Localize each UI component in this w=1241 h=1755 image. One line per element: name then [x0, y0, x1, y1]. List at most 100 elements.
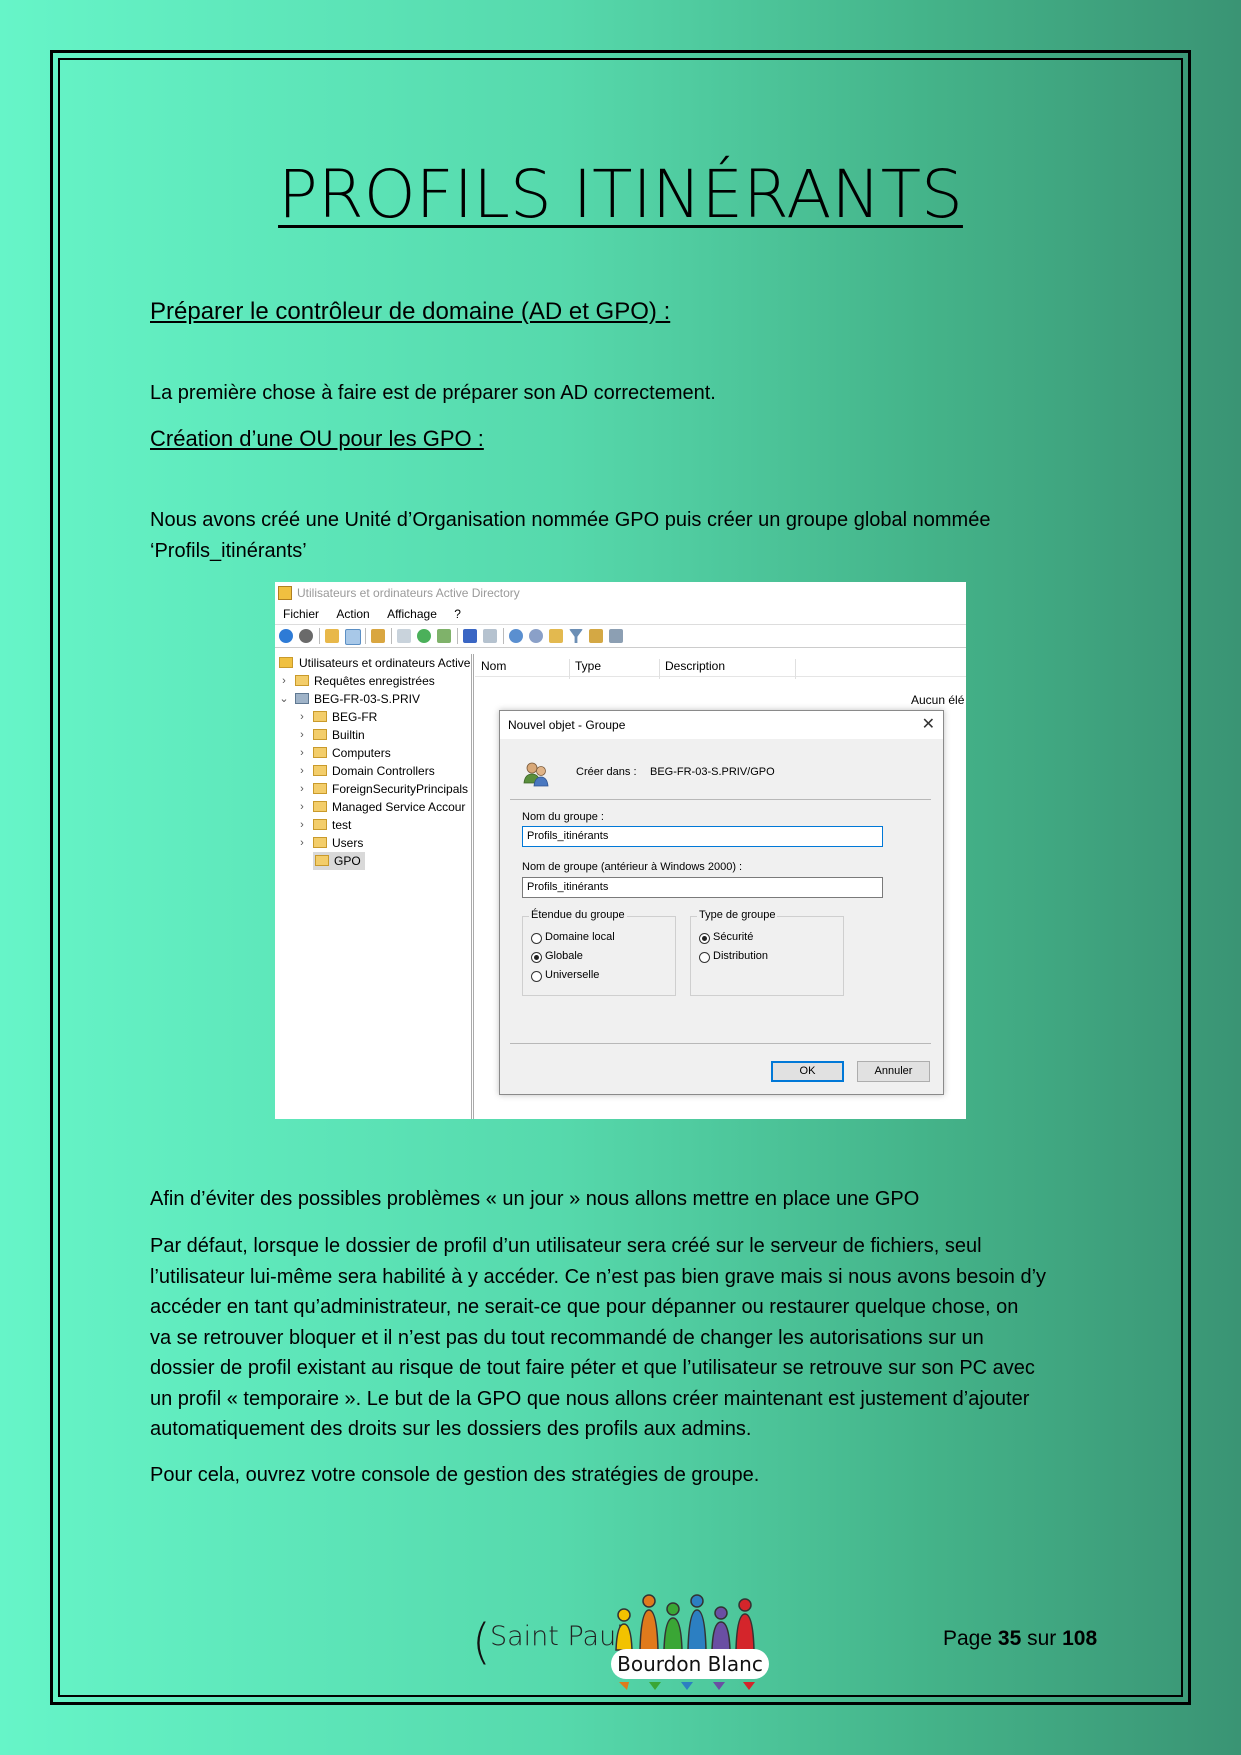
- paragraph-line: l’utilisateur lui-même sera habilité à y…: [150, 1265, 1047, 1288]
- radio-distribution[interactable]: [699, 952, 710, 963]
- export-icon[interactable]: [437, 629, 451, 643]
- explanation-paragraph: Par défaut, lorsque le dossier de profil…: [150, 1231, 1100, 1445]
- radio-label: Sécurité: [713, 931, 754, 943]
- group-name-input[interactable]: Profils_itinérants: [522, 826, 883, 847]
- column-separator[interactable]: [795, 659, 796, 679]
- column-nom[interactable]: Nom: [481, 659, 506, 673]
- chevron-right-icon[interactable]: ›: [297, 708, 307, 726]
- chevron-right-icon[interactable]: ›: [297, 816, 307, 834]
- domain-icon: [295, 693, 309, 704]
- gpo-intro-paragraph: Afin d’éviter des possibles problèmes « …: [150, 1188, 920, 1210]
- paragraph-line: accéder en tant qu’administrateur, ne se…: [150, 1296, 1019, 1318]
- refresh-icon[interactable]: [417, 629, 431, 643]
- column-separator[interactable]: [569, 659, 570, 679]
- menu-help[interactable]: ?: [454, 607, 461, 621]
- ou-paragraph: Nous avons créé une Unité d’Organisation…: [150, 505, 1100, 566]
- filter-icon[interactable]: [569, 629, 583, 643]
- ok-button[interactable]: OK: [771, 1061, 844, 1082]
- radio-label: Distribution: [713, 950, 769, 962]
- tree-item-label: Users: [332, 836, 364, 850]
- ad-screenshot: Utilisateurs et ordinateurs Active Direc…: [275, 582, 966, 1119]
- tree-item-label: Requêtes enregistrées: [314, 674, 435, 688]
- section-heading: Préparer le contrôleur de domaine (AD et…: [150, 298, 671, 325]
- new-group-icon[interactable]: [529, 629, 543, 643]
- group-name-label: Nom du groupe :: [522, 811, 604, 823]
- footer-paren: (: [472, 1614, 491, 1670]
- back-icon[interactable]: [279, 629, 293, 643]
- clipboard-icon[interactable]: [371, 629, 385, 643]
- close-icon[interactable]: ✕: [922, 711, 935, 739]
- tree-item-label: BEG-FR-03-S.PRIV: [314, 692, 421, 706]
- school-name: Saint Paul: [490, 1621, 624, 1652]
- new-user-icon[interactable]: [509, 629, 523, 643]
- tree-root-label: Utilisateurs et ordinateurs Active: [299, 656, 471, 670]
- create-in-value: BEG-FR-03-S.PRIV/GPO: [650, 766, 775, 778]
- tree-item-label: Builtin: [332, 728, 365, 742]
- toolbar: [275, 624, 966, 648]
- menu-action[interactable]: Action: [336, 607, 369, 621]
- column-type[interactable]: Type: [575, 659, 601, 673]
- radio-domain-local[interactable]: [531, 933, 542, 944]
- forward-icon[interactable]: [299, 629, 313, 643]
- cancel-button[interactable]: Annuler: [857, 1061, 930, 1082]
- chevron-right-icon[interactable]: ›: [297, 798, 307, 816]
- chevron-down-icon[interactable]: ⌄: [279, 690, 289, 708]
- divider: [510, 799, 931, 800]
- console-icon[interactable]: [483, 629, 497, 643]
- tree-item-label: Domain Controllers: [332, 764, 435, 778]
- chevron-right-icon[interactable]: ›: [297, 834, 307, 852]
- empty-list-text: Aucun élé: [911, 693, 965, 707]
- toolbar-separator: [503, 628, 504, 644]
- tree-pane: Utilisateurs et ordinateurs Active › Req…: [275, 654, 474, 1119]
- toolbar-separator: [319, 628, 320, 644]
- chevron-right-icon[interactable]: ›: [297, 762, 307, 780]
- page-label: Page: [943, 1627, 993, 1650]
- tree-item-label: ForeignSecurityPrincipals: [332, 782, 469, 796]
- page-number: Page 35 sur 108: [943, 1627, 1097, 1651]
- intro-paragraph: La première chose à faire est de prépare…: [150, 382, 716, 404]
- divider: [510, 1043, 931, 1044]
- up-folder-icon[interactable]: [325, 629, 339, 643]
- page-separator: sur: [1027, 1627, 1057, 1650]
- paragraph-line: automatiquement des droits sur les dossi…: [150, 1418, 752, 1440]
- column-separator[interactable]: [659, 659, 660, 679]
- group-name-pre2000-label: Nom de groupe (antérieur à Windows 2000)…: [522, 861, 743, 873]
- paragraph-line: un profil « temporaire ». Le but de la G…: [150, 1387, 1030, 1410]
- ou-folder-icon: [313, 765, 327, 776]
- radio-security[interactable]: [699, 933, 710, 944]
- column-description[interactable]: Description: [665, 659, 725, 673]
- chevron-right-icon[interactable]: ›: [297, 744, 307, 762]
- properties-icon[interactable]: [397, 629, 411, 643]
- instruction-paragraph: Pour cela, ouvrez votre console de gesti…: [150, 1464, 760, 1486]
- sub-heading: Création d’une OU pour les GPO :: [150, 426, 484, 451]
- menu-fichier[interactable]: Fichier: [283, 607, 319, 621]
- add-to-group-icon[interactable]: [589, 629, 603, 643]
- ou-folder-icon: [313, 711, 327, 722]
- show-tree-icon[interactable]: [345, 629, 361, 645]
- new-group-dialog: Nouvel objet - Groupe ✕ Créer dans : BEG…: [499, 710, 944, 1095]
- paragraph-line: Par défaut, lorsque le dossier de profil…: [150, 1235, 982, 1257]
- tree-item-gpo[interactable]: GPO: [313, 852, 365, 870]
- page-title: PROFILS ITINÉRANTS: [278, 156, 963, 233]
- folder-icon: [313, 837, 327, 848]
- ad-root-icon: [279, 657, 293, 668]
- dialog-title: Nouvel objet - Groupe: [508, 718, 626, 732]
- group-name-pre2000-input[interactable]: Profils_itinérants: [522, 877, 883, 898]
- logo-text: Bourdon Blanc: [611, 1649, 769, 1679]
- new-ou-icon[interactable]: [549, 629, 563, 643]
- folder-icon: [313, 783, 327, 794]
- help-icon[interactable]: [463, 629, 477, 643]
- tree-item-label: Managed Service Accour: [332, 800, 466, 814]
- chevron-right-icon[interactable]: ›: [297, 726, 307, 744]
- chevron-right-icon[interactable]: ›: [297, 780, 307, 798]
- menu-affichage[interactable]: Affichage: [387, 607, 437, 621]
- current-page: 35: [997, 1627, 1022, 1650]
- chevron-right-icon[interactable]: ›: [279, 672, 289, 690]
- group-icon: [523, 762, 549, 787]
- list-header: Nom Type Description: [475, 656, 966, 679]
- radio-universal[interactable]: [531, 971, 542, 982]
- radio-global[interactable]: [531, 952, 542, 963]
- delegate-icon[interactable]: [609, 629, 623, 643]
- window-titlebar: Utilisateurs et ordinateurs Active Direc…: [275, 582, 966, 604]
- create-in-label: Créer dans :: [576, 766, 637, 778]
